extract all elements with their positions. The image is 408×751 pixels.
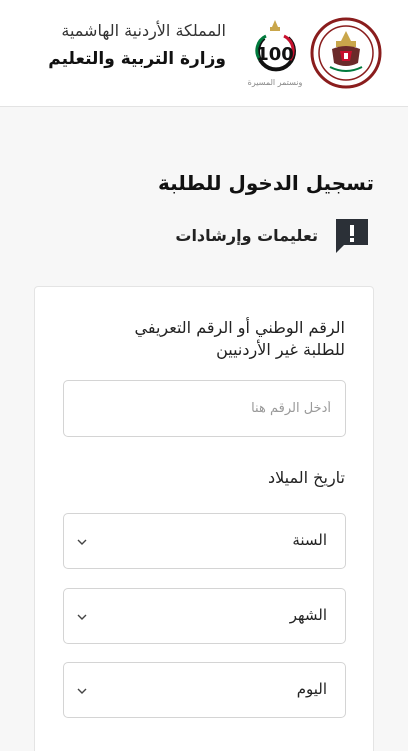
month-select-value: الشهر — [289, 606, 327, 624]
national-id-input[interactable] — [63, 380, 346, 437]
kingdom-name: المملكة الأردنية الهاشمية — [61, 21, 226, 40]
year-select-value: السنة — [292, 531, 327, 549]
national-id-label: الرقم الوطني أو الرقم التعريفي للطلبة غي… — [55, 317, 345, 361]
site-header: 100 ونستمر المسيرة المملكة الأردنية الها… — [0, 0, 408, 107]
centennial-number: 100 — [256, 44, 294, 65]
login-form-card: الرقم الوطني أو الرقم التعريفي للطلبة غي… — [34, 286, 374, 751]
day-select-value: اليوم — [296, 680, 327, 698]
instructions-label: تعليمات وإرشادات — [175, 225, 318, 245]
ministry-emblem-logo — [310, 17, 382, 89]
national-id-label-line1: الرقم الوطني أو الرقم التعريفي — [134, 318, 345, 337]
chevron-down-icon — [77, 614, 87, 620]
chevron-down-icon — [77, 688, 87, 694]
birth-date-label: تاريخ الميلاد — [268, 468, 345, 487]
centennial-caption: ونستمر المسيرة — [247, 78, 303, 87]
instructions-link[interactable]: تعليمات وإرشادات — [175, 215, 372, 255]
month-select[interactable]: الشهر — [63, 588, 346, 644]
page-title: تسجيل الدخول للطلبة — [157, 171, 374, 195]
national-id-label-line2: للطلبة غير الأردنيين — [216, 340, 345, 359]
centennial-logo: 100 ونستمر المسيرة — [244, 16, 306, 94]
ministry-name: وزارة التربية والتعليم — [48, 49, 226, 69]
year-select[interactable]: السنة — [63, 513, 346, 569]
chevron-down-icon — [77, 539, 87, 545]
day-select[interactable]: اليوم — [63, 662, 346, 718]
exclamation-speech-bubble-icon — [336, 219, 368, 253]
